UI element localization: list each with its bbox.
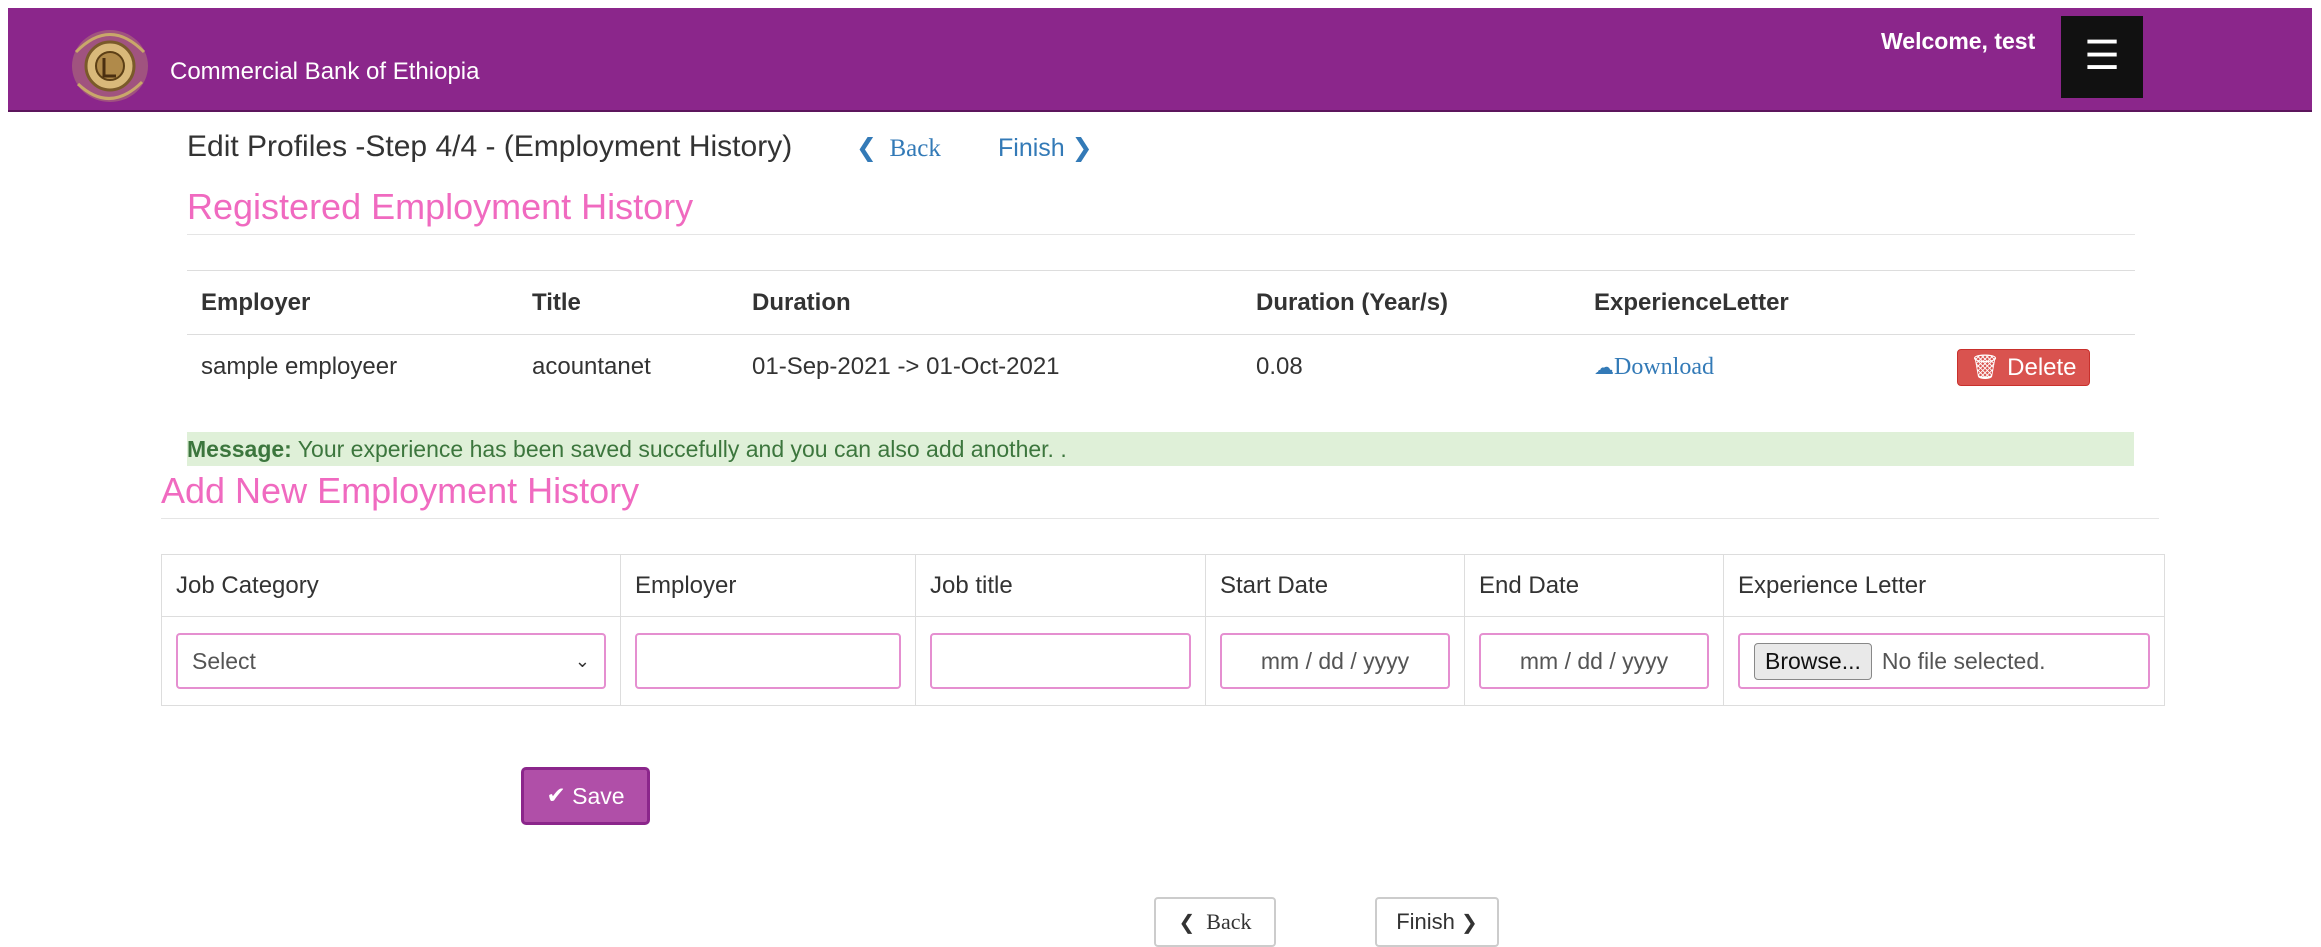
cell-end-date-input: mm / dd / yyyy (1464, 616, 1724, 706)
table-header-row: Employer Title Duration Duration (Year/s… (187, 270, 2135, 335)
chevron-down-icon: ⌄ (574, 650, 590, 671)
chevron-left-icon: ❮ (856, 133, 877, 162)
browse-button[interactable]: Browse... (1754, 642, 1872, 680)
bank-logo (72, 30, 148, 102)
cell-experience-letter: ☁Download (1580, 334, 1943, 400)
column-header-end-date: End Date (1464, 554, 1724, 617)
cell-duration: 01-Sep-2021 -> 01-Oct-2021 (738, 334, 1242, 400)
job-category-select[interactable]: Select ⌄ (176, 633, 606, 689)
end-date-input[interactable]: mm / dd / yyyy (1479, 633, 1709, 689)
column-header-experience-letter: Experience Letter (1723, 554, 2165, 617)
chevron-right-icon: ❯ (1071, 133, 1093, 162)
add-history-heading: Add New Employment History (161, 470, 640, 511)
add-history-table: Job Category Employer Job title Start Da… (161, 554, 2165, 706)
bottom-back-label: Back (1206, 909, 1252, 934)
job-category-selected: Select (192, 647, 256, 674)
column-header-duration: Duration (738, 270, 1242, 335)
top-navbar: Commercial Bank of Ethiopia Welcome, tes… (8, 8, 2312, 112)
cloud-download-icon: ☁ (1594, 355, 1614, 379)
cell-start-date-input: mm / dd / yyyy (1205, 616, 1465, 706)
column-header-title: Title (518, 270, 738, 335)
page-title: Edit Profiles -Step 4/4 - (Employment Hi… (187, 130, 793, 163)
cell-actions: 🗑 Delete (1943, 334, 2135, 400)
top-finish-link[interactable]: Finish ❯ (998, 133, 1093, 163)
trash-icon: 🗑 (1970, 352, 2001, 381)
form-header-row: Job Category Employer Job title Start Da… (161, 554, 2165, 617)
cell-job-category: Select ⌄ (161, 616, 621, 706)
column-header-experience-letter: ExperienceLetter (1580, 270, 1943, 335)
job-title-input[interactable] (930, 633, 1191, 689)
top-finish-label: Finish (998, 134, 1065, 162)
cell-years: 0.08 (1242, 334, 1580, 400)
save-button[interactable]: ✔ Save (521, 767, 650, 825)
column-header-start-date: Start Date (1205, 554, 1465, 617)
experience-letter-file-input[interactable]: Browse... No file selected. (1738, 633, 2150, 689)
column-header-actions (1943, 270, 2135, 335)
table-row: sample employeer acountanet 01-Sep-2021 … (187, 334, 2135, 400)
registered-history-heading: Registered Employment History (187, 186, 694, 227)
delete-button[interactable]: 🗑 Delete (1957, 348, 2090, 386)
hamburger-menu-button[interactable]: ☰ (2061, 16, 2143, 98)
bottom-finish-label: Finish (1396, 909, 1455, 934)
top-back-link[interactable]: ❮ Back (856, 133, 941, 163)
hamburger-icon: ☰ (2084, 34, 2120, 78)
column-header-employer: Employer (620, 554, 916, 617)
registered-history-table: Employer Title Duration Duration (Year/s… (187, 270, 2135, 400)
bank-name[interactable]: Commercial Bank of Ethiopia (170, 58, 479, 86)
column-header-job-title: Job title (915, 554, 1206, 617)
column-header-employer: Employer (187, 270, 518, 335)
top-back-label: Back (889, 135, 941, 162)
cell-employer: sample employeer (187, 334, 518, 400)
cell-experience-letter-input: Browse... No file selected. (1723, 616, 2165, 706)
cell-job-title-input (915, 616, 1206, 706)
check-icon: ✔ (546, 783, 566, 809)
employer-input[interactable] (635, 633, 901, 689)
message-text: Your experience has been saved succefull… (291, 436, 1067, 462)
message-label: Message: (187, 436, 292, 462)
success-message: Message: Your experience has been saved … (187, 432, 2134, 466)
start-date-input[interactable]: mm / dd / yyyy (1220, 633, 1450, 689)
chevron-right-icon: ❯ (1461, 910, 1478, 934)
form-input-row: Select ⌄ mm / dd / yyyy mm / dd / yyyy B… (161, 616, 2165, 706)
chevron-left-icon: ❮ (1178, 910, 1196, 934)
divider (187, 234, 2135, 235)
file-status: No file selected. (1881, 647, 2046, 674)
delete-label: Delete (2007, 353, 2077, 381)
download-link[interactable]: ☁Download (1594, 354, 1714, 380)
download-label: Download (1614, 354, 1714, 380)
bottom-finish-button[interactable]: Finish ❯ (1375, 897, 1499, 947)
save-label: Save (572, 782, 625, 809)
column-header-job-category: Job Category (161, 554, 621, 617)
divider (161, 518, 2159, 519)
welcome-text: Welcome, test (1881, 28, 2036, 54)
column-header-duration-years: Duration (Year/s) (1242, 270, 1580, 335)
cell-title: acountanet (518, 334, 738, 400)
bottom-back-button[interactable]: ❮ Back (1154, 897, 1276, 947)
cell-employer-input (620, 616, 916, 706)
